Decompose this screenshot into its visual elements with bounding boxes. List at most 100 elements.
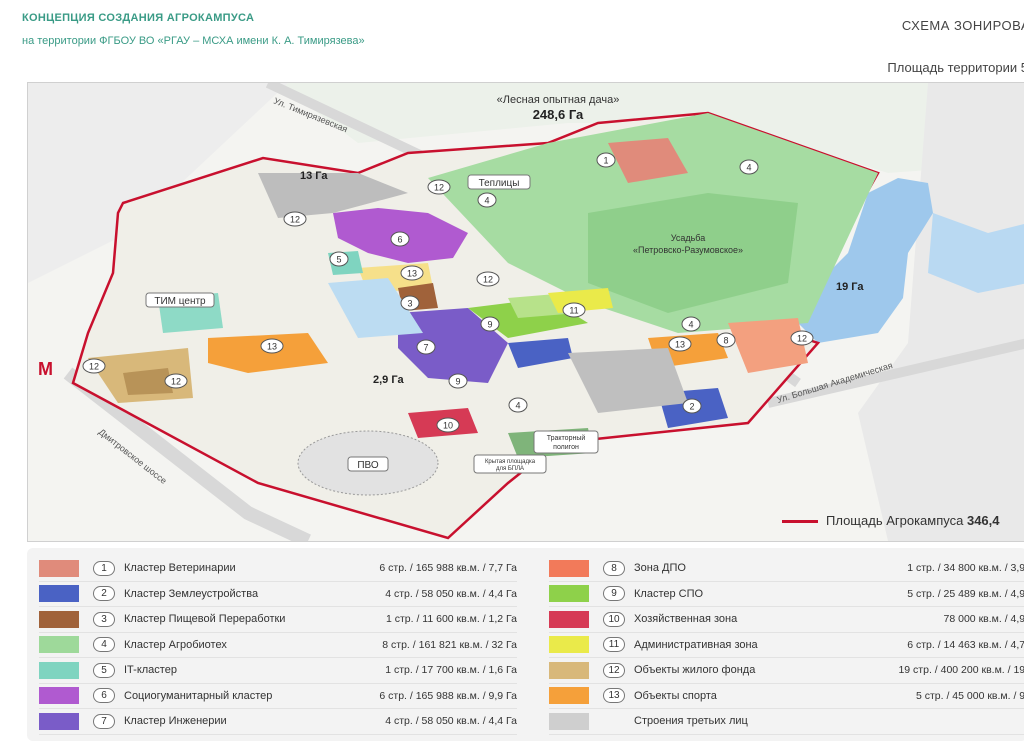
area-29-label: 2,9 Га (373, 374, 404, 386)
greenhouses-label: Теплицы (479, 178, 520, 189)
cluster-marker-label: 11 (569, 306, 578, 316)
legend-name: Кластер Ветеринарии (124, 562, 236, 575)
legend-row: 4 Кластер Агробиотех 8 стр. / 161 821 кв.м… (39, 633, 517, 658)
legend-name: Кластер Пищевой Переработки (124, 613, 286, 626)
legend-name: Кластер Землеустройства (124, 587, 259, 600)
cluster-marker-label: 10 (443, 421, 453, 431)
legend-name: Объекты спорта (634, 689, 717, 702)
legend-swatch (549, 559, 589, 577)
legend-row: 6 Социогуманитарный кластер 6 стр. / 165 9… (39, 684, 517, 709)
cluster-marker-label: 12 (434, 183, 444, 193)
legend-number: 13 (603, 688, 625, 704)
legend-name: Объекты жилого фонда (634, 664, 756, 677)
legend-value: 78 000 кв.м. / 4,9 Га (943, 613, 1024, 626)
tim-center-label: ТИМ центр (154, 296, 206, 307)
legend-number: 11 (603, 637, 625, 653)
legend-row: 2 Кластер Землеустройства 4 стр. / 58 050 … (39, 582, 517, 607)
boundary-legend-line (782, 520, 818, 523)
legend-value: 6 стр. / 165 988 кв.м. / 9,9 Га (379, 689, 517, 702)
legend-swatch (39, 661, 79, 679)
cluster-marker-label: 3 (407, 299, 412, 309)
legend-row: 12 Объекты жилого фонда 19 стр. / 400 200 … (549, 658, 1024, 684)
page-title: КОНЦЕПЦИЯ СОЗДАНИЯ АГРОКАМПУСА (22, 12, 255, 24)
cluster-marker-label: 4 (484, 196, 489, 206)
legend-row: 9 Кластер СПО 5 стр. / 25 489 кв.м. / 4,9 … (549, 582, 1024, 607)
legend-row: 3 Кластер Пищевой Переработки 1 стр. / 11 … (39, 607, 517, 633)
cluster-marker-label: 12 (171, 377, 181, 387)
legend-value: 6 стр. / 165 988 кв.м. / 7,7 Га (379, 562, 517, 575)
legend-number: 6 (93, 688, 115, 704)
cluster-marker-label: 13 (267, 342, 277, 352)
boundary-legend-value: 346,4 (966, 513, 1000, 528)
legend-number: 2 (93, 586, 115, 602)
cluster-marker-label: 8 (723, 336, 728, 346)
legend-swatch (549, 712, 589, 730)
legend-swatch (549, 661, 589, 679)
legend-row: 8 Зона ДПО 1 стр. / 34 800 кв.м. / 3,9 Га (549, 556, 1024, 582)
cluster-marker-label: 4 (746, 163, 751, 173)
cluster-marker-label: 12 (797, 334, 807, 344)
legend-name: Хозяйственная зона (634, 613, 738, 626)
forest-area-label: 248,6 Га (533, 107, 584, 122)
legend-name: IT-кластер (124, 664, 177, 677)
legend-name: Кластер Инженерии (124, 715, 227, 728)
legend-swatch (39, 687, 79, 705)
legend-swatch (549, 636, 589, 654)
legend-name: Административная зона (634, 638, 758, 651)
legend-column-left: 1 Кластер Ветеринарии 6 стр. / 165 988 кв.… (39, 556, 517, 735)
territory-area: Площадь территории 5 (887, 60, 1024, 75)
legend-swatch (549, 585, 589, 603)
legend-row: 13 Объекты спорта 5 стр. / 45 000 кв.м. / … (549, 684, 1024, 709)
legend-swatch (39, 712, 79, 730)
legend-number: 7 (93, 713, 115, 729)
legend-value: 1 стр. / 34 800 кв.м. / 3,9 Га (907, 562, 1024, 575)
legend-swatch (39, 610, 79, 628)
cluster-marker-label: 13 (675, 340, 685, 350)
forest-label: «Лесная опытная дача» (497, 94, 620, 106)
cluster-marker-label: 12 (290, 215, 300, 225)
legend-number: 9 (603, 586, 625, 602)
cluster-marker-label: 5 (336, 255, 341, 265)
campus-map[interactable]: «Лесная опытная дача» 248,6 Га Ул. Тимир… (27, 82, 1024, 542)
estate-label-2: «Петровско-Разумовское» (633, 245, 743, 255)
legend-number: 4 (93, 637, 115, 653)
cluster-marker-label: 2 (689, 402, 694, 412)
legend-swatch (549, 610, 589, 628)
legend-number: 5 (93, 662, 115, 678)
pvo-label: ПВО (357, 460, 379, 471)
cluster-marker-label: 7 (423, 343, 428, 353)
cluster-marker-label: 4 (515, 401, 520, 411)
legend-row: 1 Кластер Ветеринарии 6 стр. / 165 988 кв.… (39, 556, 517, 582)
cluster-marker-label: 12 (483, 275, 493, 285)
legend-name: Строения третьих лиц (634, 715, 748, 728)
cluster-marker-label: 9 (487, 320, 492, 330)
metro-icon: М (38, 359, 53, 379)
legend-number: 1 (93, 560, 115, 576)
legend-number: 3 (93, 611, 115, 627)
cluster-marker-label: 9 (455, 377, 460, 387)
legend-value: 8 стр. / 161 821 кв.м. / 32 Га (382, 638, 517, 651)
boundary-legend-label: Площадь Агрокампуса (826, 513, 964, 528)
legend-value: 4 стр. / 58 050 кв.м. / 4,4 Га (385, 587, 517, 600)
map-canvas: «Лесная опытная дача» 248,6 Га Ул. Тимир… (28, 83, 1024, 541)
legend-value: 4 стр. / 58 050 кв.м. / 4,4 Га (385, 715, 517, 728)
legend-name: Кластер Агробиотех (124, 638, 227, 651)
zoning-legend: 1 Кластер Ветеринарии 6 стр. / 165 988 кв.… (27, 548, 1024, 741)
legend-swatch (39, 636, 79, 654)
legend-number: 12 (603, 662, 625, 678)
legend-swatch (39, 585, 79, 603)
area-19-label: 19 Га (836, 281, 864, 293)
legend-value: 6 стр. / 14 463 кв.м. / 4,7 Га (907, 638, 1024, 651)
cluster-marker-label: 1 (603, 156, 608, 166)
legend-name: Зона ДПО (634, 562, 686, 575)
legend-row: 10 Хозяйственная зона 78 000 кв.м. / 4,9 Г… (549, 607, 1024, 633)
legend-value: 1 стр. / 17 700 кв.м. / 1,6 Га (385, 664, 517, 677)
legend-row: 11 Административная зона 6 стр. / 14 463 к… (549, 633, 1024, 658)
legend-swatch (549, 687, 589, 705)
cluster-marker-label: 13 (407, 269, 417, 279)
legend-value: 5 стр. / 25 489 кв.м. / 4,9 Га (907, 587, 1024, 600)
legend-value: 5 стр. / 45 000 кв.м. / 9 Га (915, 689, 1024, 702)
cluster-marker-label: 12 (89, 362, 99, 372)
legend-name: Кластер СПО (634, 587, 704, 600)
estate-label-1: Усадьба (671, 233, 706, 243)
